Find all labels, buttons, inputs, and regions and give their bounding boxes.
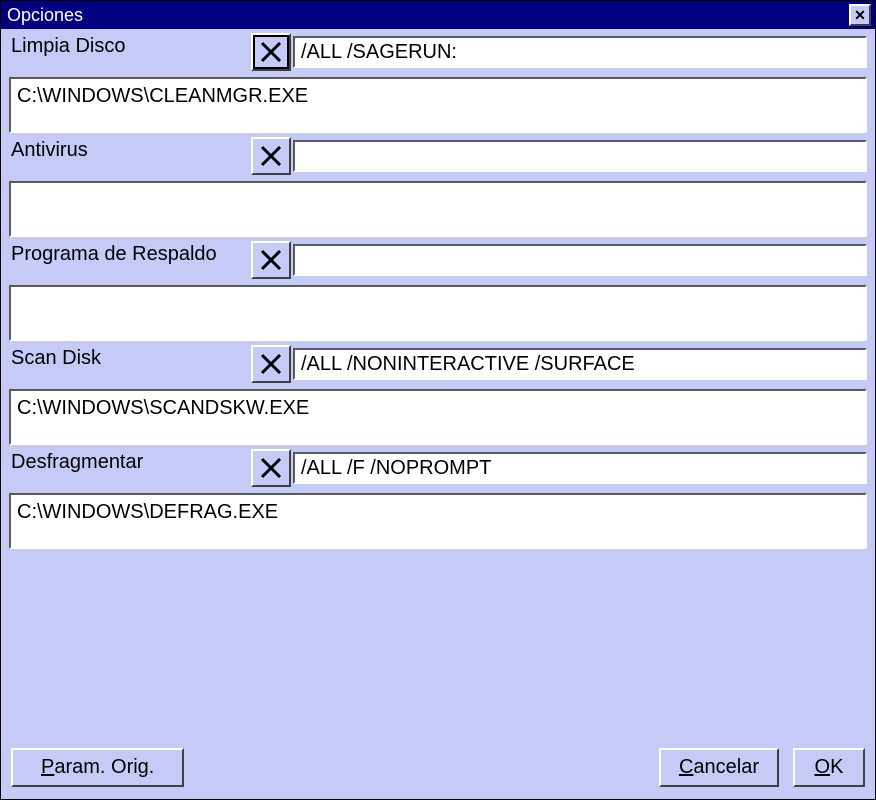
clear-button-antivirus[interactable]	[251, 137, 291, 175]
window-title: Opciones	[5, 1, 83, 29]
path-input-scandisk[interactable]	[9, 389, 867, 445]
path-input-antivirus[interactable]	[9, 181, 867, 237]
section-limpia-disco: Limpia Disco	[9, 29, 867, 133]
titlebar: Opciones ✕	[1, 1, 875, 29]
label-limpia-disco: Limpia Disco	[9, 33, 251, 73]
label-defrag: Desfragmentar	[9, 449, 251, 489]
x-icon	[259, 248, 283, 272]
args-input-scandisk[interactable]	[293, 348, 867, 380]
options-dialog: Opciones ✕ Limpia Disco Antivirus	[0, 0, 876, 800]
label-antivirus: Antivirus	[9, 137, 251, 177]
label-respaldo: Programa de Respaldo	[9, 241, 251, 281]
section-antivirus: Antivirus	[9, 133, 867, 237]
cancel-button[interactable]: Cancelar	[659, 748, 779, 787]
section-respaldo: Programa de Respaldo	[9, 237, 867, 341]
path-input-limpia[interactable]	[9, 77, 867, 133]
section-defrag: Desfragmentar	[9, 445, 867, 549]
args-input-defrag[interactable]	[293, 452, 867, 484]
section-scandisk: Scan Disk	[9, 341, 867, 445]
x-icon	[259, 456, 283, 480]
x-icon	[259, 144, 283, 168]
param-orig-button[interactable]: Param. Orig.	[11, 748, 184, 787]
footer: Param. Orig. Cancelar OK	[11, 748, 865, 787]
close-icon[interactable]: ✕	[849, 4, 871, 26]
args-input-antivirus[interactable]	[293, 140, 867, 172]
args-input-limpia[interactable]	[293, 36, 867, 68]
x-icon	[259, 352, 283, 376]
clear-button-defrag[interactable]	[251, 449, 291, 487]
x-icon	[259, 40, 283, 64]
clear-button-respaldo[interactable]	[251, 241, 291, 279]
label-scandisk: Scan Disk	[9, 345, 251, 385]
path-input-respaldo[interactable]	[9, 285, 867, 341]
clear-button-limpia[interactable]	[251, 33, 291, 71]
ok-button[interactable]: OK	[793, 748, 865, 787]
args-input-respaldo[interactable]	[293, 244, 867, 276]
clear-button-scandisk[interactable]	[251, 345, 291, 383]
content-area: Limpia Disco Antivirus	[1, 29, 875, 549]
path-input-defrag[interactable]	[9, 493, 867, 549]
